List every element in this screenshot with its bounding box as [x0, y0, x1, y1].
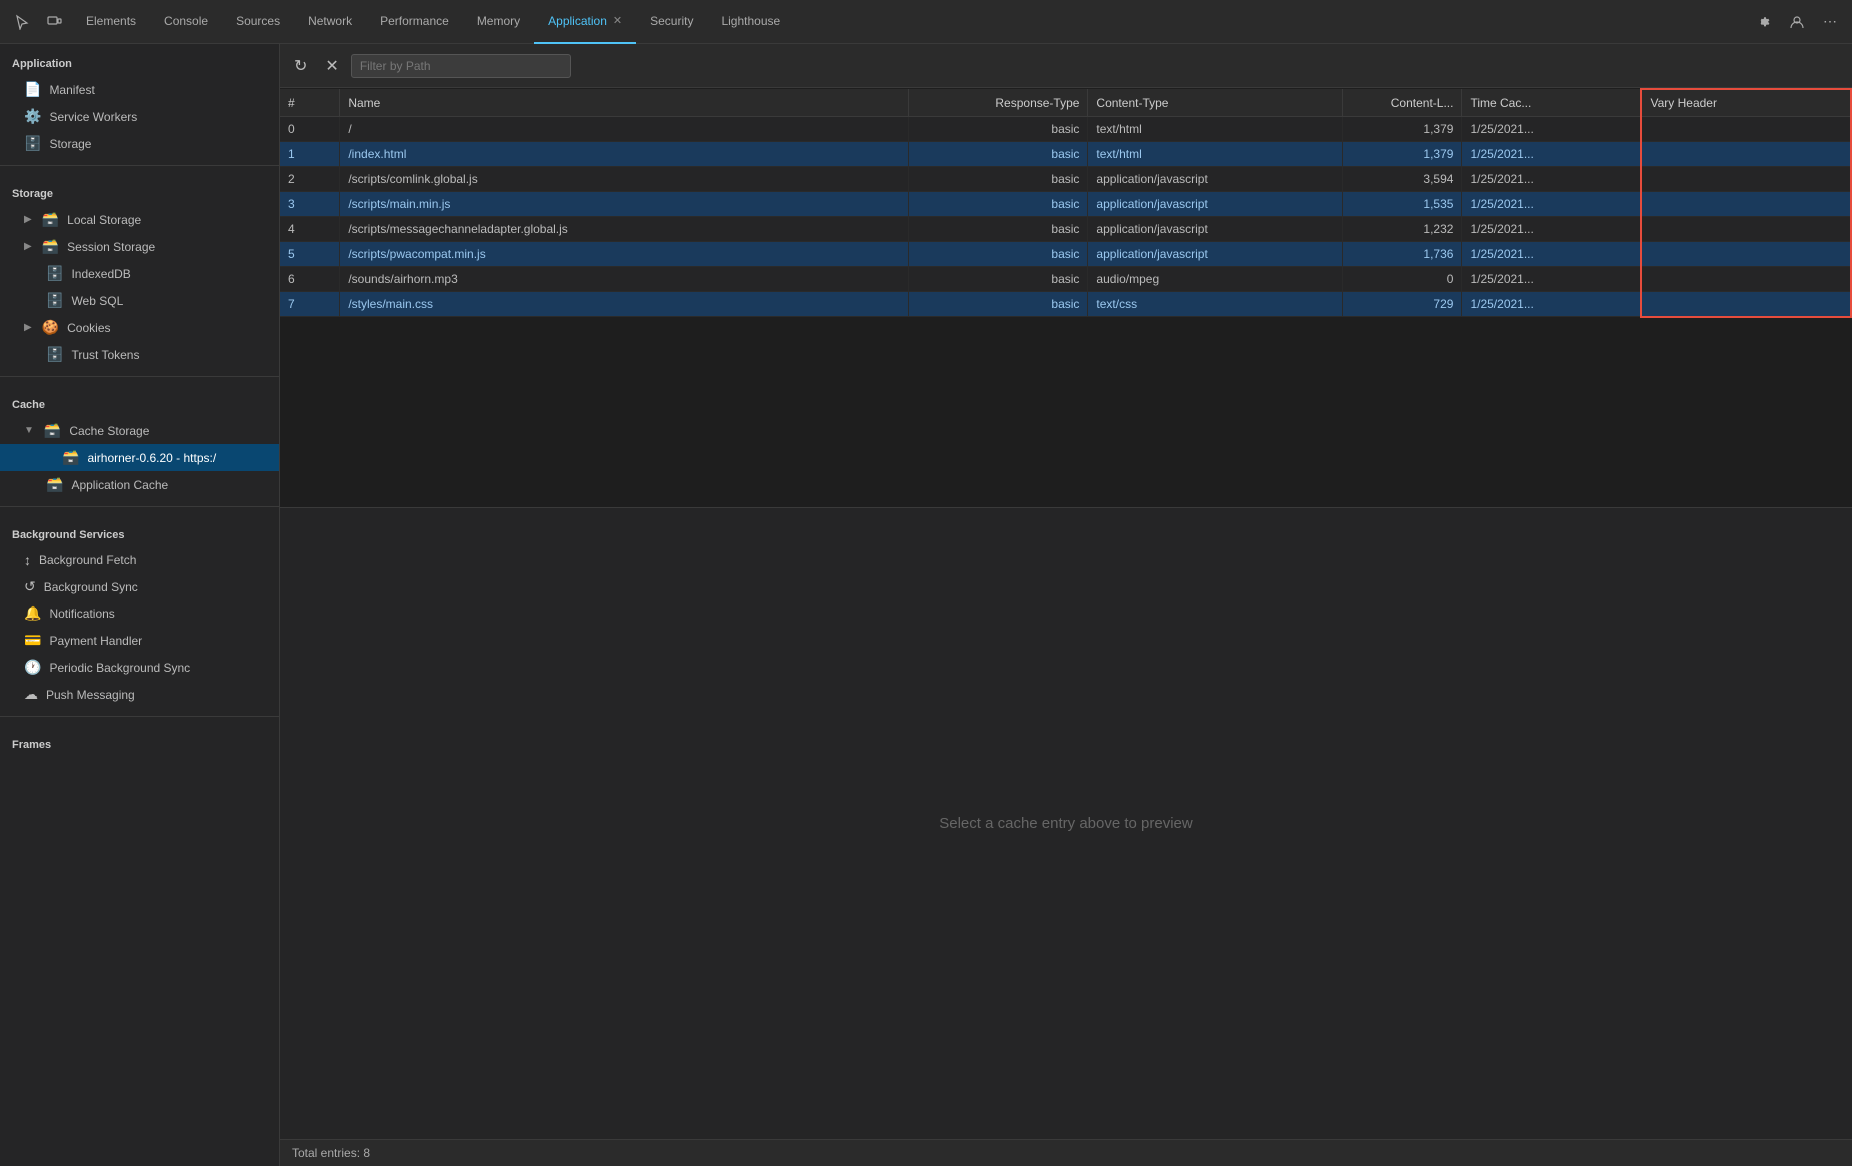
sidebar-item-indexeddb[interactable]: 🗄️ IndexedDB: [0, 260, 279, 287]
sidebar-item-session-storage[interactable]: ▶ 🗃️ Session Storage: [0, 233, 279, 260]
sidebar-item-service-workers[interactable]: ⚙️ Service Workers: [0, 103, 279, 130]
total-entries-label: Total entries: 8: [292, 1146, 370, 1160]
table-row[interactable]: 1/index.htmlbasictext/html1,3791/25/2021…: [280, 142, 1851, 167]
col-header-content-type[interactable]: Content-Type: [1088, 89, 1342, 117]
manifest-icon: 📄: [24, 81, 41, 98]
tab-network[interactable]: Network: [294, 0, 366, 44]
tab-console[interactable]: Console: [150, 0, 222, 44]
tab-sources[interactable]: Sources: [222, 0, 294, 44]
sidebar-item-push-messaging[interactable]: ☁ Push Messaging: [0, 681, 279, 708]
sidebar-item-periodic-bg-sync[interactable]: 🕐 Periodic Background Sync: [0, 654, 279, 681]
table-row[interactable]: 4/scripts/messagechanneladapter.global.j…: [280, 217, 1851, 242]
cache-storage-icon: 🗃️: [44, 422, 61, 439]
bg-sync-icon: ↺: [24, 578, 36, 595]
cache-table-container: # Name Response-Type Content-Type Conten…: [280, 88, 1852, 508]
preview-hint: Select a cache entry above to preview: [939, 815, 1192, 832]
sidebar-section-storage: Storage: [0, 174, 279, 206]
sidebar-item-bg-sync[interactable]: ↺ Background Sync: [0, 573, 279, 600]
tab-bar: Elements Console Sources Network Perform…: [72, 0, 1745, 44]
table-row[interactable]: 6/sounds/airhorn.mp3basicaudio/mpeg01/25…: [280, 267, 1851, 292]
sidebar-item-cache-storage[interactable]: ▼ 🗃️ Cache Storage: [0, 417, 279, 444]
app-cache-icon: 🗃️: [46, 476, 63, 493]
trust-tokens-icon: 🗄️: [46, 346, 63, 363]
filter-bar: ↻ ✕: [280, 44, 1852, 88]
expand-arrow-local: ▶: [24, 214, 32, 225]
expand-arrow-cookies: ▶: [24, 322, 32, 333]
sidebar-section-application: Application: [0, 44, 279, 76]
periodic-bg-sync-icon: 🕐: [24, 659, 41, 676]
sidebar-section-cache: Cache: [0, 385, 279, 417]
col-header-num[interactable]: #: [280, 89, 340, 117]
divider-1: [0, 165, 279, 166]
tab-memory[interactable]: Memory: [463, 0, 534, 44]
divider-2: [0, 376, 279, 377]
settings-icon-btn[interactable]: [1749, 10, 1777, 34]
preview-area: Select a cache entry above to preview: [280, 508, 1852, 1139]
table-row[interactable]: 2/scripts/comlink.global.jsbasicapplicat…: [280, 167, 1851, 192]
col-header-response[interactable]: Response-Type: [908, 89, 1088, 117]
sidebar-item-storage[interactable]: 🗄️ Storage: [0, 130, 279, 157]
tab-performance[interactable]: Performance: [366, 0, 463, 44]
tab-elements[interactable]: Elements: [72, 0, 150, 44]
sidebar-item-airhorner[interactable]: 🗃️ airhorner-0.6.20 - https:/: [0, 444, 279, 471]
tab-application[interactable]: Application ✕: [534, 0, 636, 44]
sidebar-item-trust-tokens[interactable]: 🗄️ Trust Tokens: [0, 341, 279, 368]
sidebar-item-notifications[interactable]: 🔔 Notifications: [0, 600, 279, 627]
cursor-icon-btn[interactable]: [8, 10, 36, 34]
toolbar-right: ⋯: [1749, 9, 1844, 34]
content-area: ↻ ✕ # Name Response-Type Content-Type Co…: [280, 44, 1852, 1166]
expand-arrow-cache: ▼: [24, 425, 34, 436]
local-storage-icon: 🗃️: [42, 211, 59, 228]
divider-3: [0, 506, 279, 507]
table-row[interactable]: 7/styles/main.cssbasictext/css7291/25/20…: [280, 292, 1851, 317]
storage-icon: 🗄️: [24, 135, 41, 152]
sidebar-item-cookies[interactable]: ▶ 🍪 Cookies: [0, 314, 279, 341]
indexeddb-icon: 🗄️: [46, 265, 63, 282]
tab-security[interactable]: Security: [636, 0, 707, 44]
cookies-icon: 🍪: [42, 319, 59, 336]
service-workers-icon: ⚙️: [24, 108, 41, 125]
top-toolbar: Elements Console Sources Network Perform…: [0, 0, 1852, 44]
push-messaging-icon: ☁: [24, 686, 38, 703]
sidebar-item-web-sql[interactable]: 🗄️ Web SQL: [0, 287, 279, 314]
refresh-button[interactable]: ↻: [288, 53, 313, 79]
sidebar: Application 📄 Manifest ⚙️ Service Worker…: [0, 44, 280, 1166]
sidebar-item-bg-fetch[interactable]: ↕ Background Fetch: [0, 547, 279, 573]
sidebar-item-manifest[interactable]: 📄 Manifest: [0, 76, 279, 103]
col-header-content-length[interactable]: Content-L...: [1342, 89, 1462, 117]
sidebar-section-frames: Frames: [0, 725, 279, 757]
bg-fetch-icon: ↕: [24, 552, 31, 568]
tab-lighthouse[interactable]: Lighthouse: [707, 0, 794, 44]
col-header-vary[interactable]: Vary Header: [1641, 89, 1851, 117]
profile-icon-btn[interactable]: [1783, 10, 1811, 34]
web-sql-icon: 🗄️: [46, 292, 63, 309]
more-icon-btn[interactable]: ⋯: [1817, 9, 1844, 34]
payment-handler-icon: 💳: [24, 632, 41, 649]
col-header-time-cached[interactable]: Time Cac...: [1462, 89, 1642, 117]
sidebar-item-local-storage[interactable]: ▶ 🗃️ Local Storage: [0, 206, 279, 233]
table-row[interactable]: 0/basictext/html1,3791/25/2021...: [280, 117, 1851, 142]
sidebar-item-payment-handler[interactable]: 💳 Payment Handler: [0, 627, 279, 654]
notifications-icon: 🔔: [24, 605, 41, 622]
tab-application-close[interactable]: ✕: [613, 14, 622, 27]
table-row[interactable]: 5/scripts/pwacompat.min.jsbasicapplicati…: [280, 242, 1851, 267]
cache-table: # Name Response-Type Content-Type Conten…: [280, 88, 1852, 318]
content-footer: Total entries: 8: [280, 1139, 1852, 1166]
expand-arrow-session: ▶: [24, 241, 32, 252]
divider-4: [0, 716, 279, 717]
col-header-name[interactable]: Name: [340, 89, 909, 117]
filter-input[interactable]: [351, 54, 571, 78]
table-row[interactable]: 3/scripts/main.min.jsbasicapplication/ja…: [280, 192, 1851, 217]
session-storage-icon: 🗃️: [42, 238, 59, 255]
sidebar-item-app-cache[interactable]: 🗃️ Application Cache: [0, 471, 279, 498]
device-icon-btn[interactable]: [40, 10, 68, 34]
airhorner-icon: 🗃️: [62, 449, 79, 466]
sidebar-section-bg-services: Background Services: [0, 515, 279, 547]
clear-button[interactable]: ✕: [319, 53, 344, 79]
main-layout: Application 📄 Manifest ⚙️ Service Worker…: [0, 44, 1852, 1166]
